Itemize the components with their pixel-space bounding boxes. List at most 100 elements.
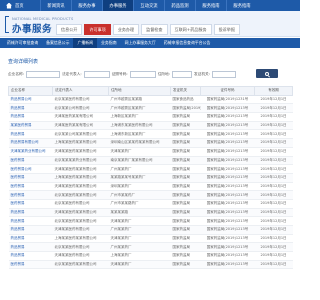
cell-address: 上海浦东某某医药有限公司 xyxy=(108,121,171,131)
cell-company-name[interactable]: 药品贸易 xyxy=(8,103,53,114)
table-row[interactable]: 药品贸易 天津某某医药某某有限公司 某某某某路 国家药监局 国家药监局(2019)121… xyxy=(8,208,293,218)
cell-legal-rep: 天津某某医药某某有限公司 xyxy=(52,208,109,218)
table-row[interactable]: 药品贸易公司 北京某某医药有限公司 广州市越秀区某某路 国家食品药品 国家药监局(201… xyxy=(8,95,293,105)
column-header-address[interactable]: 住所地 xyxy=(108,86,171,96)
nav-item-guide[interactable]: 服务指南 xyxy=(195,0,226,11)
cell-license-number: 国家药监局(2019)1213号 xyxy=(200,121,255,131)
table-row[interactable]: 某某医药贸易 天津某医药某某有限公司 上海浦东某某医药有限公司 国家药监局 国家药监局(… xyxy=(8,121,293,131)
subnav-item-declaration-query[interactable]: 药械申报信息查询平台公告 xyxy=(160,38,215,48)
nav-item-online-services[interactable]: 办事服务 xyxy=(102,0,133,11)
column-header-license[interactable]: 证件号码 xyxy=(200,86,255,96)
cell-company-name[interactable]: 药品贸易 xyxy=(8,112,53,122)
column-header-legal-rep[interactable]: 法定代表人 xyxy=(52,86,109,96)
cell-validity: 2019年12月1日 xyxy=(254,190,293,200)
cell-company-name[interactable]: 医药贸易 xyxy=(8,156,53,166)
subnav-item-broadcast[interactable]: 广播新闻 xyxy=(73,38,98,48)
cell-company-name[interactable]: 药品贸易 xyxy=(8,234,53,244)
cell-address: 广州市越秀区某某路 xyxy=(108,95,171,105)
cell-company-name[interactable]: 药品贸易 xyxy=(8,216,53,226)
legal-rep-input[interactable] xyxy=(83,70,110,78)
cell-company-name[interactable]: 药品贸易 xyxy=(8,225,53,235)
subnav-item-filing[interactable]: 备案信息公示 xyxy=(42,38,73,48)
nav-item-guide-2[interactable]: 服务指南 xyxy=(226,0,257,11)
cell-company-name[interactable]: 天津某某药业有限公司 xyxy=(8,147,53,157)
table-row[interactable]: 药品贸易 天津某某医药有限公司 上海某某药厂 国家药监局 国家药监局(2019)1213… xyxy=(8,251,293,261)
cell-address: 广州市越秀区某某药厂 xyxy=(108,103,171,114)
nav-item-news[interactable]: 新闻资讯 xyxy=(40,0,71,11)
table-row[interactable]: 医药贸易 北京某某某某药业有限公司 南京某某药厂某某有限公司 国家药监局 国家药监局(2… xyxy=(8,156,293,166)
table-row[interactable]: 药品贸易有限公司 上海某某医药某某有限公司 深圳南山区某某药某某有限公司 国家药监局国… xyxy=(8,138,293,148)
table-row[interactable]: 医药贸易 北京某某医药某某有限公司 广州市某某药厂 国家药监局 国家药监局(2019)1… xyxy=(8,190,293,200)
cell-company-name[interactable]: 药品贸易有限公司 xyxy=(8,138,53,148)
table-row[interactable]: 医药贸易 北京某某医药某某有限公司 天津某某药厂 国家药监局 国家药监局(2019)12… xyxy=(8,260,293,270)
table-row[interactable]: 药品贸易 北京某某医药有限公司 广州某某药厂 国家药监局 国家药监局(2019)1213… xyxy=(8,242,293,253)
page-title: 办事服务 xyxy=(12,24,53,35)
table-body: 药品贸易公司 北京某某医药有限公司 广州市越秀区某某路 国家食品药品 国家药监局(201… xyxy=(8,95,293,270)
cell-validity: 2019年12月1日 xyxy=(254,216,293,226)
cell-license-number: 国家药监局(2019)1213号 xyxy=(200,138,255,148)
cell-company-name[interactable]: 药品贸易 xyxy=(8,129,53,140)
table-row[interactable]: 药品贸易 上海某某医药某某有限公司 天津某某药厂 国家药监局 国家药监局(2019)12… xyxy=(8,234,293,244)
search-button[interactable] xyxy=(256,69,278,78)
cell-company-name[interactable]: 药品贸易公司 xyxy=(8,95,53,105)
tab-business[interactable]: 业务办理 xyxy=(112,24,140,35)
subnav-item-approval-query[interactable]: 药械许可审批查询 xyxy=(3,38,42,48)
filter-label-legal-rep: 法定代表人: xyxy=(62,71,82,76)
tab-licensing[interactable]: 许可事项 xyxy=(84,24,111,35)
nav-item-services[interactable]: 服务办事 xyxy=(71,0,102,11)
cell-license-number: 国家药监局(2019)1213号 xyxy=(200,234,255,244)
subnav-item-guide[interactable]: 业务指南 xyxy=(97,38,121,48)
cell-issuer: 国家药监局 xyxy=(170,260,201,270)
tab-disclosure[interactable]: 信息公开 xyxy=(56,24,83,35)
cell-company-name[interactable]: 药品贸易 xyxy=(8,242,53,253)
cell-company-name[interactable]: 医药贸易公司 xyxy=(8,164,53,174)
cell-validity: 2019年12月1日 xyxy=(254,234,293,244)
cell-validity: 2019年12月1日 xyxy=(254,95,293,105)
cell-company-name[interactable]: 医药贸易 xyxy=(8,190,53,200)
table-row[interactable]: 医药贸易公司 天津某某医药某某有限公司 广州某某药厂 国家药监局 国家药监局(2019)… xyxy=(8,164,293,174)
table-row[interactable]: 药品贸易 天津某某医药有限公司 广州某某药厂 国家药监局 国家药监局(2019)1213… xyxy=(8,225,293,235)
cell-company-name[interactable]: 医药贸易 xyxy=(8,199,53,209)
subnav-item-service-hall[interactable]: 网上办事服务大厅 xyxy=(121,38,160,48)
nav-item-interaction[interactable]: 互动交流 xyxy=(133,0,164,11)
table-row[interactable]: 医药贸易 天津某某医药某某有限公司 深圳某某药厂 国家药监局 国家药监局(2019)12… xyxy=(8,182,293,192)
cell-address: 广州某某药厂 xyxy=(108,164,171,174)
cell-company-name[interactable]: 药品贸易 xyxy=(8,251,53,261)
address-input[interactable] xyxy=(172,70,192,78)
column-header-validity[interactable]: 有效期 xyxy=(254,86,293,96)
table-row[interactable]: 医药贸易 上海某某医药某某有限公司 某某路某某号某某药厂 国家药监局 国家药监局(201… xyxy=(8,173,293,183)
cell-company-name[interactable]: 药品贸易 xyxy=(8,208,53,218)
tab-complaints[interactable]: 投诉举报 xyxy=(213,24,240,35)
table-row[interactable]: 药品贸易 天津某医药某某有限公司 上海新区某某药厂 国家药监局 国家药监局(2019)1… xyxy=(8,112,293,122)
cell-issuer: 国家药监局 xyxy=(170,182,201,192)
tab-inspection[interactable]: 监督检查 xyxy=(141,24,168,35)
issuer-input[interactable] xyxy=(212,70,236,78)
table-row[interactable]: 药品贸易 北京某某公司某某有限公司 上海浦东新区某某药厂 国家药监局 国家药监局(201… xyxy=(8,129,293,140)
cell-company-name[interactable]: 医药贸易 xyxy=(8,173,53,183)
cell-issuer: 国家药监局 xyxy=(170,164,201,174)
table-row[interactable]: 天津某某药业有限公司 天津某某医药某某有限公司 天津某某药厂 国家药监局 国家药监局(2… xyxy=(8,147,293,157)
cell-license-number: 国家药监局(2019)1213号 xyxy=(200,147,255,157)
column-header-issuer[interactable]: 发证机关 xyxy=(170,86,201,96)
column-header-company[interactable]: 企业名称 xyxy=(8,86,53,96)
home-link[interactable]: 首页 xyxy=(0,2,40,9)
table-row[interactable]: 医药贸易 北京某某医药有限公司 广州市某某路药厂 国家药监局 国家药监局(2019)12… xyxy=(8,199,293,209)
cell-issuer: 国家药监局 xyxy=(170,129,201,140)
table-row[interactable]: 药品贸易北京某某公司有限公司广州市越秀区某某药厂国家药监局(2019)1213号… xyxy=(8,103,293,114)
cell-validity: 2019年12月1日 xyxy=(254,138,293,148)
cell-company-name[interactable]: 医药贸易 xyxy=(8,260,53,270)
cell-validity: 2019年12月1日 xyxy=(254,242,293,253)
cell-issuer: 国家药监局 xyxy=(170,242,201,253)
table-row[interactable]: 药品贸易 北京某某医药某某有限公司 天津某某药厂 国家药监局 国家药监局(2019)12… xyxy=(8,216,293,226)
license-number-input[interactable] xyxy=(129,70,156,78)
cell-validity: 2019年12月1日 xyxy=(254,112,293,122)
cell-company-name[interactable]: 某某医药贸易 xyxy=(8,121,53,131)
cell-issuer: 国家药监局 xyxy=(170,216,201,226)
nav-item-monitoring[interactable]: 药品监测 xyxy=(164,0,195,11)
cell-company-name[interactable]: 医药贸易 xyxy=(8,182,53,192)
company-name-input[interactable] xyxy=(26,70,60,78)
table-header-row: 企业名称 法定代表人 住所地 发证机关 证件号码 有效期 xyxy=(8,86,293,96)
cell-license-number: 国家药监局(2019)1213号 xyxy=(200,103,255,114)
cell-validity: 2019年12月1日 xyxy=(254,129,293,140)
tab-internet-services[interactable]: 互联网+药品服务 xyxy=(169,24,212,35)
